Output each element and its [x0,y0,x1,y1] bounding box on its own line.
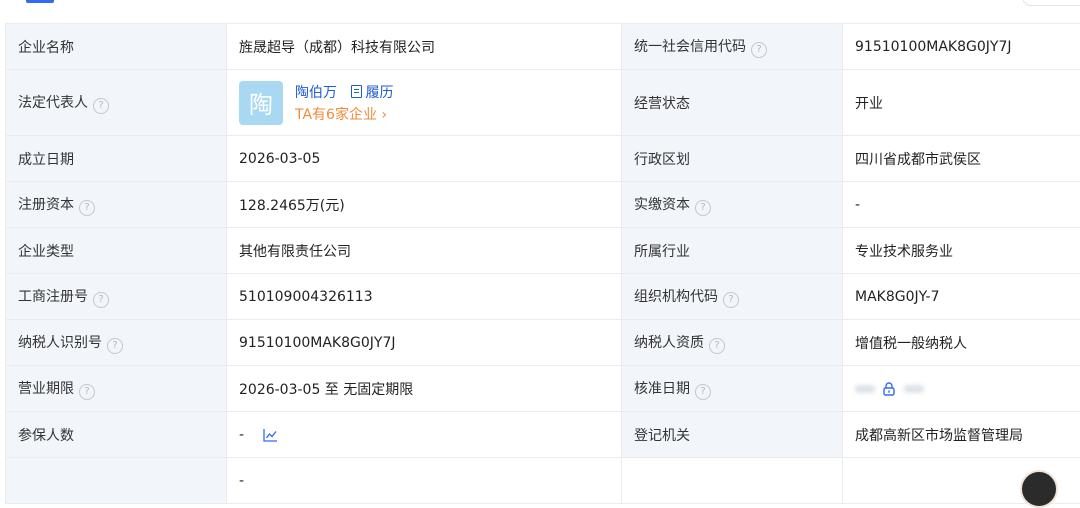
line-chart-icon[interactable] [263,428,278,442]
label-paid-capital: 实缴资本? [622,182,843,228]
label-taxpayer-qualification: 纳税人资质? [622,320,843,366]
value-registration-authority: 成都高新区市场监督管理局 [843,412,1080,458]
label-company-name: 企业名称 [6,24,227,70]
value-taxpayer-id: 91510100MAK8G0JY7J [227,320,622,366]
label-region: 行政区划 [622,136,843,182]
label-registered-capital: 注册资本? [6,182,227,228]
table-row: 企业名称 旌晟超导（成都）科技有限公司 统一社会信用代码? 91510100MA… [6,24,1080,70]
value-taxpayer-qualification: 增值税一般纳税人 [843,320,1080,366]
table-row: 成立日期 2026-03-05 行政区划 四川省成都市武侯区 [6,136,1080,182]
question-circle-icon[interactable]: ? [79,200,95,216]
label-approval-date: 核准日期? [622,366,843,412]
value-cut-off: - [227,458,622,504]
blurred-date-right [904,385,924,393]
table-row: 纳税人识别号? 91510100MAK8G0JY7J 纳税人资质? 增值税一般纳… [6,320,1080,366]
label-founded-date: 成立日期 [6,136,227,182]
blurred-date-left [855,385,875,393]
company-info-table: 企业名称 旌晟超导（成都）科技有限公司 统一社会信用代码? 91510100MA… [5,23,1080,504]
label-company-type: 企业类型 [6,228,227,274]
value-registered-capital: 128.2465万(元) [227,182,622,228]
question-circle-icon[interactable]: ? [93,292,109,308]
question-circle-icon[interactable]: ? [93,98,109,114]
value-business-status: 开业 [843,70,1080,136]
label-business-status: 经营状态 [622,70,843,136]
question-circle-icon[interactable]: ? [709,338,725,354]
top-right-control[interactable] [1022,0,1080,6]
value-credit-code: 91510100MAK8G0JY7J [843,24,1080,70]
table-row: 营业期限? 2026-03-05 至 无固定期限 核准日期? [6,366,1080,412]
label-cut-off [6,458,227,504]
value-insured-count: - [227,412,622,458]
question-circle-icon[interactable]: ? [723,292,739,308]
question-circle-icon[interactable]: ? [695,384,711,400]
value-business-term: 2026-03-05 至 无固定期限 [227,366,622,412]
lock-icon[interactable] [883,382,895,396]
label-taxpayer-id: 纳税人识别号? [6,320,227,366]
resume-link[interactable]: 履历 [351,85,393,101]
value-legal-rep: 陶 陶伯万 履历 TA有6家企业 › [227,70,622,136]
active-tab-indicator [26,0,54,3]
legal-rep-avatar[interactable]: 陶 [239,81,283,125]
label-registration-authority: 登记机关 [622,412,843,458]
table-row: - [6,458,1080,504]
value-registration-number: 510109004326113 [227,274,622,320]
label-credit-code: 统一社会信用代码? [622,24,843,70]
related-companies-link[interactable]: TA有6家企业 › [295,104,393,124]
user-avatar[interactable] [1020,470,1058,508]
value-approval-date[interactable] [843,366,1080,412]
legal-rep-name-link[interactable]: 陶伯万 [295,85,337,101]
question-circle-icon[interactable]: ? [79,384,95,400]
label-business-term: 营业期限? [6,366,227,412]
table-row: 企业类型 其他有限责任公司 所属行业 专业技术服务业 [6,228,1080,274]
table-row: 注册资本? 128.2465万(元) 实缴资本? - [6,182,1080,228]
value-industry: 专业技术服务业 [843,228,1080,274]
question-circle-icon[interactable]: ? [107,338,123,354]
question-circle-icon[interactable]: ? [695,200,711,216]
cell-empty [622,458,843,504]
value-paid-capital: - [843,182,1080,228]
value-company-name: 旌晟超导（成都）科技有限公司 [227,24,622,70]
value-region: 四川省成都市武侯区 [843,136,1080,182]
table-row: 参保人数 - 登记机关 成都高新区市场监督管理局 [6,412,1080,458]
value-founded-date: 2026-03-05 [227,136,622,182]
table-row: 工商注册号? 510109004326113 组织机构代码? MAK8G0JY-… [6,274,1080,320]
label-legal-rep: 法定代表人? [6,70,227,136]
table-row: 法定代表人? 陶 陶伯万 履历 TA有6家企业 › 经营状态 开业 [6,70,1080,136]
label-industry: 所属行业 [622,228,843,274]
document-icon [351,85,362,98]
question-circle-icon[interactable]: ? [751,42,767,58]
label-org-code: 组织机构代码? [622,274,843,320]
value-company-type: 其他有限责任公司 [227,228,622,274]
label-registration-number: 工商注册号? [6,274,227,320]
label-insured-count: 参保人数 [6,412,227,458]
value-org-code: MAK8G0JY-7 [843,274,1080,320]
